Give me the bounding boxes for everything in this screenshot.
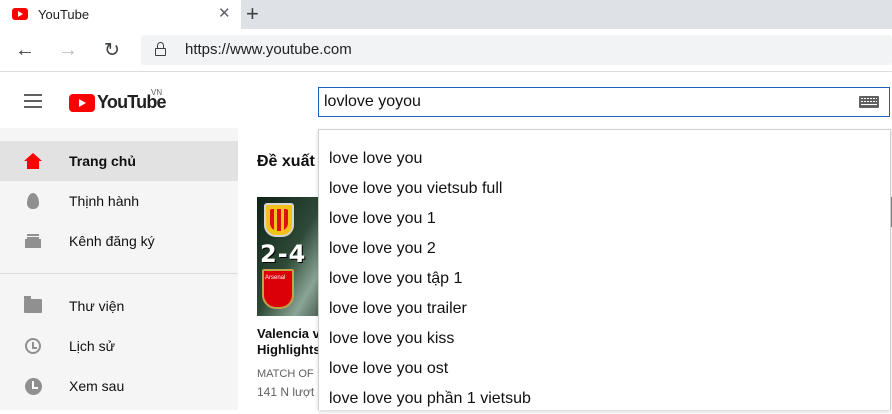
- tab-close-icon[interactable]: ✕: [218, 5, 231, 23]
- thumbnail-score: 2-4: [260, 240, 307, 268]
- sidebar: Trang chủ Thịnh hành Kênh đăng ký Thư vi…: [0, 128, 238, 410]
- suggestion-item[interactable]: love love you 2: [319, 234, 890, 264]
- lock-icon[interactable]: [155, 42, 166, 56]
- youtube-masthead: YouTube VN: [0, 72, 892, 128]
- address-bar-url[interactable]: https://www.youtube.com: [185, 41, 352, 58]
- search-suggestions: love love you love love you vietsub full…: [318, 129, 891, 410]
- suggestion-item[interactable]: love love you tập 1: [319, 264, 890, 294]
- reload-icon[interactable]: ↻: [99, 37, 125, 63]
- browser-tabstrip: YouTube ✕ +: [0, 0, 892, 29]
- address-bar[interactable]: https://www.youtube.com: [141, 35, 892, 65]
- suggestion-item[interactable]: love love you trailer: [319, 294, 890, 324]
- history-icon: [25, 338, 41, 354]
- youtube-play-icon: [69, 93, 95, 112]
- arsenal-crest-icon: [262, 269, 294, 309]
- search-input[interactable]: [319, 88, 849, 116]
- folder-icon: [24, 296, 42, 313]
- youtube-logo[interactable]: YouTube VN: [69, 88, 167, 113]
- suggestion-item[interactable]: love love you ost: [319, 354, 890, 384]
- suggestion-item[interactable]: love love you: [319, 144, 890, 174]
- home-icon: [24, 153, 42, 169]
- menu-icon[interactable]: [24, 94, 42, 108]
- sidebar-item-trending[interactable]: Thịnh hành: [0, 181, 238, 221]
- tab-title: YouTube: [38, 7, 90, 22]
- keyboard-icon[interactable]: [859, 96, 879, 108]
- sidebar-item-label: Kênh đăng ký: [69, 233, 155, 249]
- suggestion-item[interactable]: love love you 1: [319, 204, 890, 234]
- subscriptions-icon: [25, 234, 41, 248]
- sidebar-item-subscriptions[interactable]: Kênh đăng ký: [0, 221, 238, 261]
- search-box[interactable]: [318, 87, 890, 117]
- sidebar-divider: [0, 273, 238, 274]
- sidebar-item-watch-later[interactable]: Xem sau: [0, 366, 238, 406]
- sidebar-item-history[interactable]: Lịch sử: [0, 326, 238, 366]
- sidebar-item-label: Trang chủ: [69, 153, 136, 169]
- back-arrow-icon[interactable]: ←: [12, 37, 38, 63]
- section-title: Đề xuất: [257, 153, 315, 170]
- sidebar-item-library[interactable]: Thư viện: [0, 286, 238, 326]
- youtube-favicon-icon: [12, 8, 28, 20]
- browser-tab-youtube[interactable]: YouTube ✕: [0, 0, 241, 29]
- clock-icon: [24, 377, 42, 395]
- browser-toolbar: ← → ↻ https://www.youtube.com: [0, 29, 892, 72]
- forward-arrow-icon[interactable]: →: [55, 37, 81, 63]
- new-tab-button[interactable]: +: [246, 3, 259, 25]
- fire-icon: [27, 193, 39, 209]
- valencia-crest-icon: [264, 203, 294, 237]
- region-code: VN: [151, 88, 163, 97]
- suggestion-item[interactable]: love love you vietsub full: [319, 174, 890, 204]
- sidebar-item-label: Xem sau: [69, 378, 125, 394]
- suggestion-item[interactable]: love love you kiss: [319, 324, 890, 354]
- sidebar-item-label: Thịnh hành: [69, 193, 140, 209]
- sidebar-item-label: Lịch sử: [69, 338, 115, 354]
- sidebar-item-home[interactable]: Trang chủ: [0, 141, 238, 181]
- sidebar-item-label: Thư viện: [69, 298, 125, 314]
